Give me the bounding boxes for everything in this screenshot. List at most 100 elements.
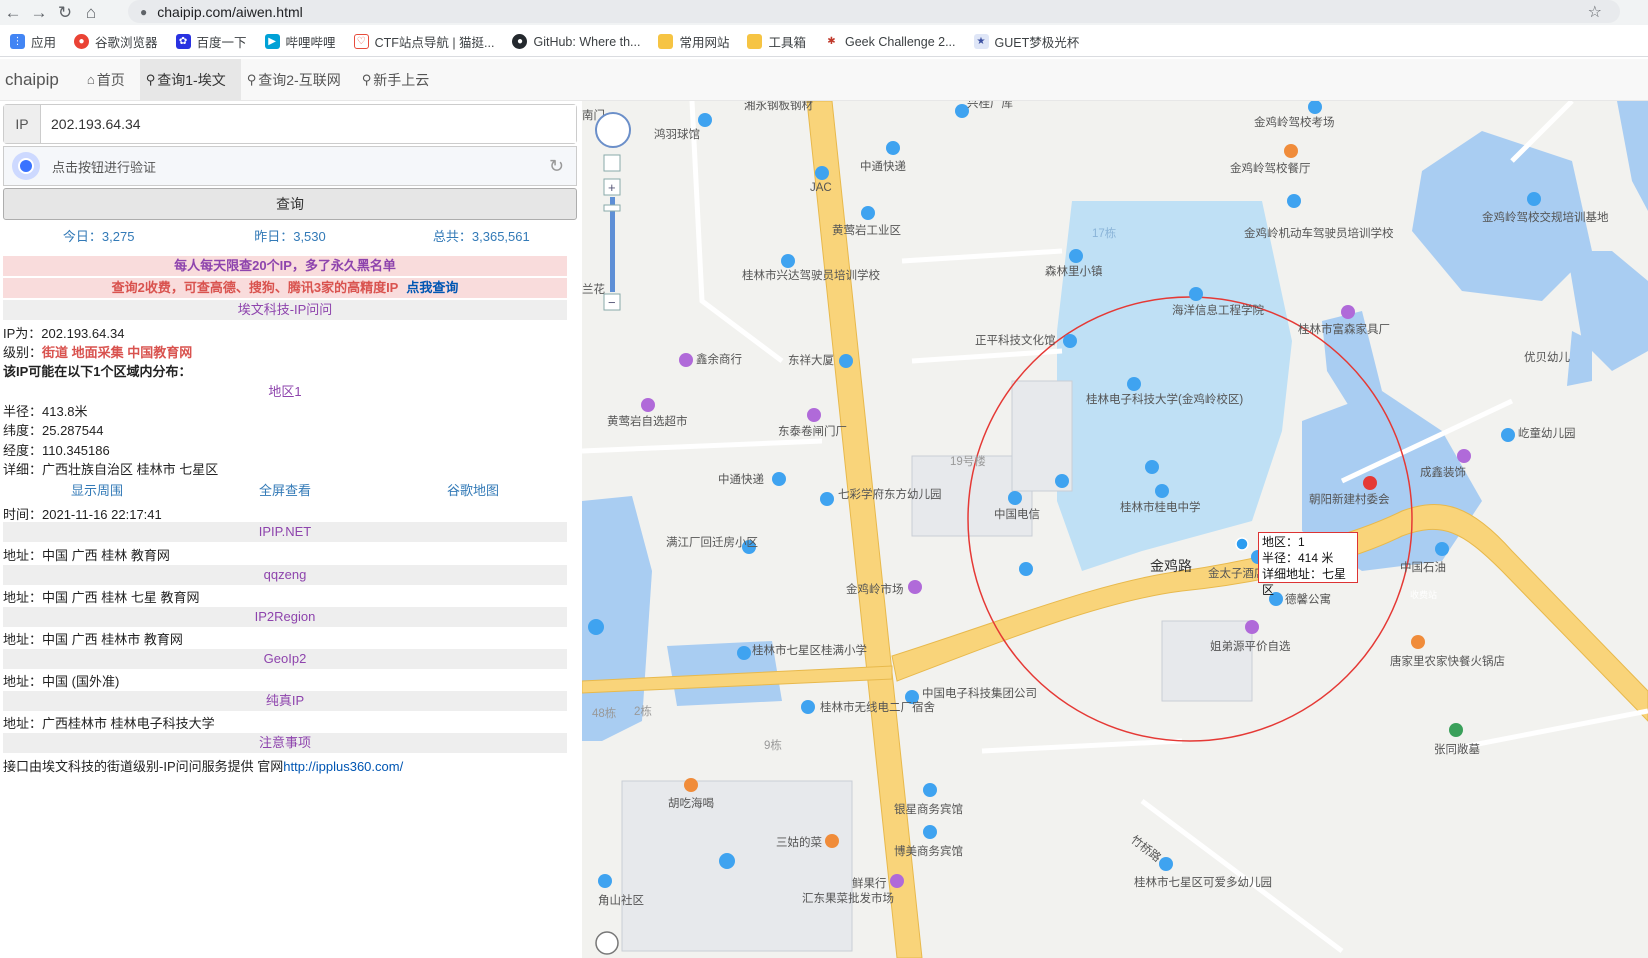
bookmark-baidu[interactable]: ✿ 百度一下 xyxy=(175,32,247,51)
ip-input-group: IP xyxy=(3,104,577,144)
stat-yesterday: 昨日：3,530 xyxy=(254,228,326,244)
poi-marker xyxy=(588,619,604,635)
captcha-text: 点击按钮进行验证 xyxy=(52,159,157,175)
map-label: 兰花 xyxy=(582,283,605,296)
radius-line: 半径：413.8米 xyxy=(3,404,88,419)
region-title: 地区1 xyxy=(268,384,302,399)
nav-cloud[interactable]: ⚲ 新手上云 xyxy=(356,59,445,101)
section-header-ipip: IPIP.NET xyxy=(3,522,567,542)
locate-button[interactable] xyxy=(603,154,621,172)
poi-marker xyxy=(1411,635,1425,649)
poi-marker xyxy=(1435,542,1449,556)
nav-home[interactable]: ⌂ 首页 xyxy=(81,59,140,101)
qqzeng-addr: 地址：中国 广西 桂林 七星 教育网 xyxy=(3,590,200,605)
map-canvas[interactable]: 湘永钢板钢材 兴桂厂库 金鸡岭驾校考场 鸿羽球馆 中通快递 JAC 金鸡岭驾校餐… xyxy=(582,101,1648,958)
url-bar[interactable]: ● chaipip.com/aiwen.html ☆ xyxy=(128,0,1620,23)
refresh-icon[interactable]: ↻ xyxy=(549,156,564,177)
water-body xyxy=(1617,101,1648,211)
captcha-widget[interactable]: 点击按钮进行验证 ↻ xyxy=(3,146,577,186)
map-label: 角山社区 xyxy=(598,893,644,907)
notes-link[interactable]: http://ipplus360.com/ xyxy=(283,759,403,774)
link-google-map[interactable]: 谷歌地图 xyxy=(379,480,567,499)
query-button[interactable]: 查询 xyxy=(3,188,577,220)
poi-marker xyxy=(1363,476,1377,490)
map-label: 满江厂回迁房小区 xyxy=(666,536,758,549)
bookmark-chrome[interactable]: ● 谷歌浏览器 xyxy=(74,32,158,51)
map-label: 19号楼 xyxy=(950,454,986,468)
poi-marker xyxy=(890,874,904,888)
level-tags: 街道 地面采集 中国教育网 xyxy=(42,345,193,360)
svg-text:−: − xyxy=(608,295,616,310)
time-line: 时间：2021-11-16 22:17:41 xyxy=(3,507,162,522)
poi-marker xyxy=(923,783,937,797)
site-brand[interactable]: chaipip xyxy=(5,70,59,90)
link-show-nearby[interactable]: 显示周围 xyxy=(3,480,191,499)
map-view[interactable]: 湘永钢板钢材 兴桂厂库 金鸡岭驾校考场 鸿羽球馆 中通快递 JAC 金鸡岭驾校餐… xyxy=(582,101,1648,958)
map-label: 鑫余商行 xyxy=(696,352,742,366)
ip-addon-label: IP xyxy=(4,105,41,143)
map-label: 竹桥路 xyxy=(1128,832,1164,865)
bookmark-bilibili[interactable]: ▶ 哔哩哔哩 xyxy=(264,32,336,51)
map-info-tooltip: 地区：1 半径：414 米 详细地址：七星区 xyxy=(1258,532,1358,597)
nav-query2[interactable]: ⚲ 查询2-互联网 xyxy=(241,59,356,101)
nav-label: 查询2-互联网 xyxy=(258,71,341,88)
map-label: 黄莺岩自选超市 xyxy=(607,414,688,428)
section-header-geoip2: GeoIp2 xyxy=(3,649,567,669)
home-icon[interactable]: ⌂ xyxy=(78,2,104,24)
ctf-icon: ♡ xyxy=(353,34,369,49)
poi-marker xyxy=(1287,194,1301,208)
ip-input[interactable] xyxy=(41,105,576,143)
map-label: JAC xyxy=(810,182,832,194)
bookmark-label: Geek Challenge 2... xyxy=(845,34,956,49)
bookmark-folder-tools[interactable]: 工具箱 xyxy=(747,32,806,51)
poi-marker xyxy=(807,408,821,422)
poi-marker xyxy=(1341,305,1355,319)
section-header-notes: 注意事项 xyxy=(3,733,567,753)
map-label: 桂林市七星区可爱多幼儿园 xyxy=(1134,875,1272,889)
bookmark-github[interactable]: ● GitHub: Where th... xyxy=(512,34,640,49)
poi-marker xyxy=(684,778,698,792)
nav-query1[interactable]: ⚲ 查询1-埃文 xyxy=(139,58,241,101)
poi-marker xyxy=(815,166,829,180)
map-label: 桂林电子科技大学(金鸡岭校区) xyxy=(1086,392,1243,406)
tooltip-detail: 详细地址：七星区 xyxy=(1262,567,1347,597)
poi-marker xyxy=(923,825,937,839)
bookmark-ctf[interactable]: ♡ CTF站点导航 | 猫挺... xyxy=(353,32,495,51)
notice-paid-link[interactable]: 点我查询 xyxy=(406,280,458,295)
back-arrow-icon[interactable]: ← xyxy=(0,2,26,24)
site-info-icon[interactable]: ● xyxy=(140,5,147,19)
notes-line: 接口由埃文科技的街道级别-IP问问服务提供 官网http://ipplus360… xyxy=(3,756,403,775)
map-label: 中国电信 xyxy=(994,508,1040,521)
geek-icon: ✱ xyxy=(824,34,839,49)
poi-marker xyxy=(781,254,795,268)
poi-marker xyxy=(1069,249,1083,263)
bookmark-apps[interactable]: ⋮ 应用 xyxy=(10,32,56,51)
map-label: 博美商务宾馆 xyxy=(894,844,963,858)
poi-marker xyxy=(1501,428,1515,442)
poi-marker xyxy=(908,580,922,594)
poi-marker xyxy=(820,492,834,506)
bookmark-geek[interactable]: ✱ Geek Challenge 2... xyxy=(824,34,956,49)
poi-marker xyxy=(598,874,612,888)
map-label: 黄莺岩工业区 xyxy=(832,223,901,237)
bookmark-label: CTF站点导航 | 猫挺... xyxy=(374,36,495,50)
stats-row: 今日：3,275 昨日：3,530 总共：3,365,561 xyxy=(3,222,577,248)
bookmark-folder-common[interactable]: 常用网站 xyxy=(658,32,729,51)
bookmark-star-icon[interactable]: ☆ xyxy=(1588,2,1602,22)
chunzhen-addr: 地址：广西桂林市 桂林电子科技大学 xyxy=(3,716,215,731)
poi-marker xyxy=(1159,857,1173,871)
folder-icon xyxy=(747,34,763,49)
poi-marker xyxy=(1527,192,1541,206)
map-label: 金鸡岭机动车驾驶员培训学校 xyxy=(1244,226,1394,240)
zoom-slider-handle[interactable] xyxy=(603,204,621,212)
search-icon: ⚲ xyxy=(246,71,257,87)
reload-icon[interactable]: ↻ xyxy=(52,2,78,24)
pan-control-icon[interactable] xyxy=(595,112,631,148)
link-fullscreen[interactable]: 全屏查看 xyxy=(191,480,379,499)
folder-icon xyxy=(658,34,674,49)
search-icon: ⚲ xyxy=(361,71,372,87)
geolocate-icon[interactable] xyxy=(595,931,619,955)
bookmark-guet[interactable]: ★ GUET梦极光杯 xyxy=(973,32,1079,51)
forward-arrow-icon[interactable]: → xyxy=(26,2,52,24)
map-links: 显示周围 全屏查看 谷歌地图 xyxy=(3,480,567,499)
